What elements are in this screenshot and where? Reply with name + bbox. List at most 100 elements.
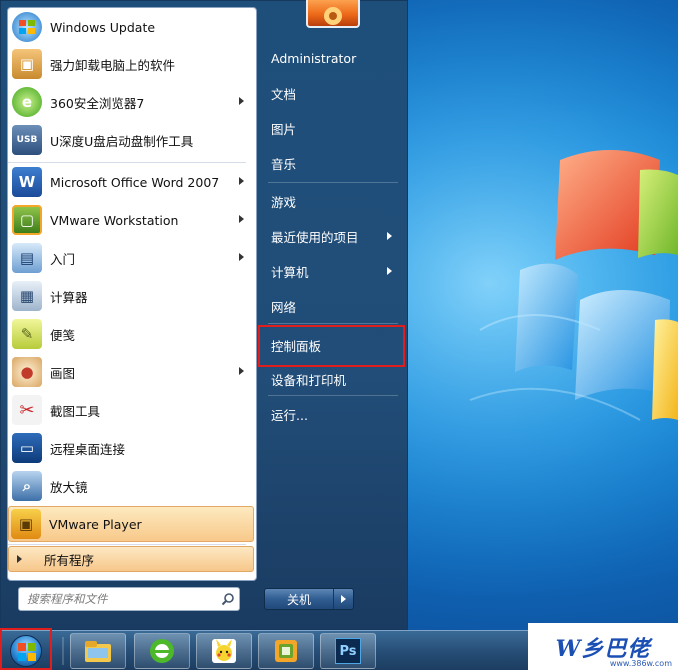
- menu-label: 文档: [271, 86, 297, 102]
- vmware-workstation-icon: ▢: [12, 205, 42, 235]
- program-label: VMware Player: [49, 516, 142, 532]
- program-label: 入门: [50, 251, 76, 267]
- taskbar-explorer[interactable]: [70, 633, 126, 669]
- windows-update-icon: [12, 12, 42, 42]
- program-label: 放大镜: [50, 479, 88, 495]
- search-input[interactable]: [19, 592, 217, 606]
- menu-label: 运行...: [271, 407, 308, 423]
- photoshop-label: Ps: [339, 643, 357, 659]
- paint-icon: ●: [12, 357, 42, 387]
- shutdown-button[interactable]: 关机: [265, 589, 333, 609]
- submenu-arrow-icon: [239, 97, 244, 105]
- menu-item-computer[interactable]: 计算机: [262, 256, 400, 286]
- menu-label: 音乐: [271, 156, 297, 172]
- pikachu-app-icon: [212, 639, 236, 663]
- menu-item-network[interactable]: 网络: [262, 291, 400, 321]
- explorer-icon: [85, 641, 111, 662]
- submenu-arrow-icon: [239, 367, 244, 375]
- shutdown-options-button[interactable]: [333, 589, 353, 609]
- flower-picture-icon: [324, 7, 342, 25]
- menu-item-documents[interactable]: 文档: [262, 78, 400, 108]
- program-item-vmware-player[interactable]: ▣ VMware Player: [8, 506, 254, 542]
- menu-item-music[interactable]: 音乐: [262, 148, 400, 178]
- program-label: Windows Update: [50, 19, 156, 35]
- menu-label: 设备和打印机: [271, 372, 347, 388]
- submenu-arrow-icon: [387, 267, 392, 275]
- program-item-snipping-tool[interactable]: ✂ 截图工具: [10, 392, 252, 428]
- taskbar-360-browser[interactable]: [134, 633, 190, 669]
- program-item-vmware-workstation[interactable]: ▢ VMware Workstation: [10, 202, 252, 238]
- watermark-logo-text: W乡巴佬: [555, 635, 651, 662]
- arrow-right-icon: [341, 595, 346, 603]
- all-programs-button[interactable]: 所有程序: [8, 546, 254, 572]
- menu-item-pictures[interactable]: 图片: [262, 113, 400, 143]
- vmware-player-icon: ▣: [11, 509, 41, 539]
- program-label: VMware Workstation: [50, 212, 179, 228]
- menu-label: 图片: [271, 121, 297, 137]
- vmware-workstation-icon: [275, 640, 297, 662]
- menu-item-devices-printers[interactable]: 设备和打印机: [262, 364, 400, 394]
- program-item-getting-started[interactable]: ▤ 入门: [10, 240, 252, 276]
- word-icon: W: [12, 167, 42, 197]
- separator: [268, 323, 398, 324]
- program-item-windows-update[interactable]: Windows Update: [10, 9, 252, 45]
- taskbar-pikachu-app[interactable]: [196, 633, 252, 669]
- getting-started-icon: ▤: [12, 243, 42, 273]
- submenu-arrow-icon: [239, 215, 244, 223]
- sticky-notes-icon: ✎: [12, 319, 42, 349]
- separator: [8, 544, 246, 545]
- menu-item-run[interactable]: 运行...: [262, 399, 400, 429]
- menu-item-recent-items[interactable]: 最近使用的项目: [262, 221, 400, 251]
- photoshop-icon: Ps: [335, 638, 361, 664]
- program-label: 远程桌面连接: [50, 441, 126, 457]
- program-label: 计算器: [50, 289, 88, 305]
- program-label: 截图工具: [50, 403, 101, 419]
- program-item-remote-desktop[interactable]: ▭ 远程桌面连接: [10, 430, 252, 466]
- menu-item-administrator[interactable]: Administrator: [262, 43, 400, 73]
- start-button[interactable]: [4, 633, 48, 669]
- program-item-paint[interactable]: ● 画图: [10, 354, 252, 390]
- submenu-arrow-icon: [387, 232, 392, 240]
- 360-browser-icon: e: [12, 87, 42, 117]
- usb-drive-icon: USB: [12, 125, 42, 155]
- program-item-usb-tool[interactable]: USB U深度U盘启动盘制作工具: [10, 122, 252, 158]
- menu-label: 计算机: [271, 264, 309, 280]
- program-label: 360安全浏览器7: [50, 95, 145, 111]
- snipping-tool-icon: ✂: [12, 395, 42, 425]
- watermark-url: www.386w.com: [609, 659, 672, 668]
- 360-browser-icon: [150, 639, 174, 663]
- taskbar-photoshop[interactable]: Ps: [320, 633, 376, 669]
- taskbar-vmware-workstation[interactable]: [258, 633, 314, 669]
- search-box[interactable]: [18, 587, 240, 611]
- all-programs-label: 所有程序: [44, 552, 95, 568]
- program-item-magnifier[interactable]: ⌕ 放大镜: [10, 468, 252, 504]
- separator: [268, 395, 398, 396]
- menu-label: Administrator: [271, 50, 357, 66]
- expand-arrow-icon: [17, 555, 22, 563]
- menu-label: 网络: [271, 299, 297, 315]
- uninstall-box-icon: ▣: [12, 49, 42, 79]
- menu-label: 最近使用的项目: [271, 229, 359, 245]
- program-item-word[interactable]: W Microsoft Office Word 2007: [10, 164, 252, 200]
- search-icon[interactable]: [217, 588, 239, 610]
- program-label: U深度U盘启动盘制作工具: [50, 133, 194, 149]
- shutdown-button-group: 关机: [264, 588, 354, 610]
- taskbar-separator: [62, 637, 64, 665]
- calculator-icon: ▦: [12, 281, 42, 311]
- magnifier-icon: ⌕: [12, 471, 42, 501]
- program-item-360-browser[interactable]: e 360安全浏览器7: [10, 84, 252, 120]
- menu-item-games[interactable]: 游戏: [262, 186, 400, 216]
- program-label: 强力卸载电脑上的软件: [50, 57, 176, 73]
- program-item-uninstaller[interactable]: ▣ 强力卸载电脑上的软件: [10, 46, 252, 82]
- separator: [268, 182, 398, 183]
- program-label: 便笺: [50, 327, 76, 343]
- user-avatar[interactable]: [306, 0, 360, 28]
- menu-label: 控制面板: [271, 338, 322, 354]
- program-label: Microsoft Office Word 2007: [50, 174, 220, 190]
- program-item-sticky-notes[interactable]: ✎ 便笺: [10, 316, 252, 352]
- program-item-calculator[interactable]: ▦ 计算器: [10, 278, 252, 314]
- menu-item-control-panel[interactable]: 控制面板: [262, 330, 400, 360]
- remote-desktop-icon: ▭: [12, 433, 42, 463]
- site-watermark: W乡巴佬 www.386w.com: [528, 623, 678, 670]
- windows-orb-icon: [10, 635, 42, 667]
